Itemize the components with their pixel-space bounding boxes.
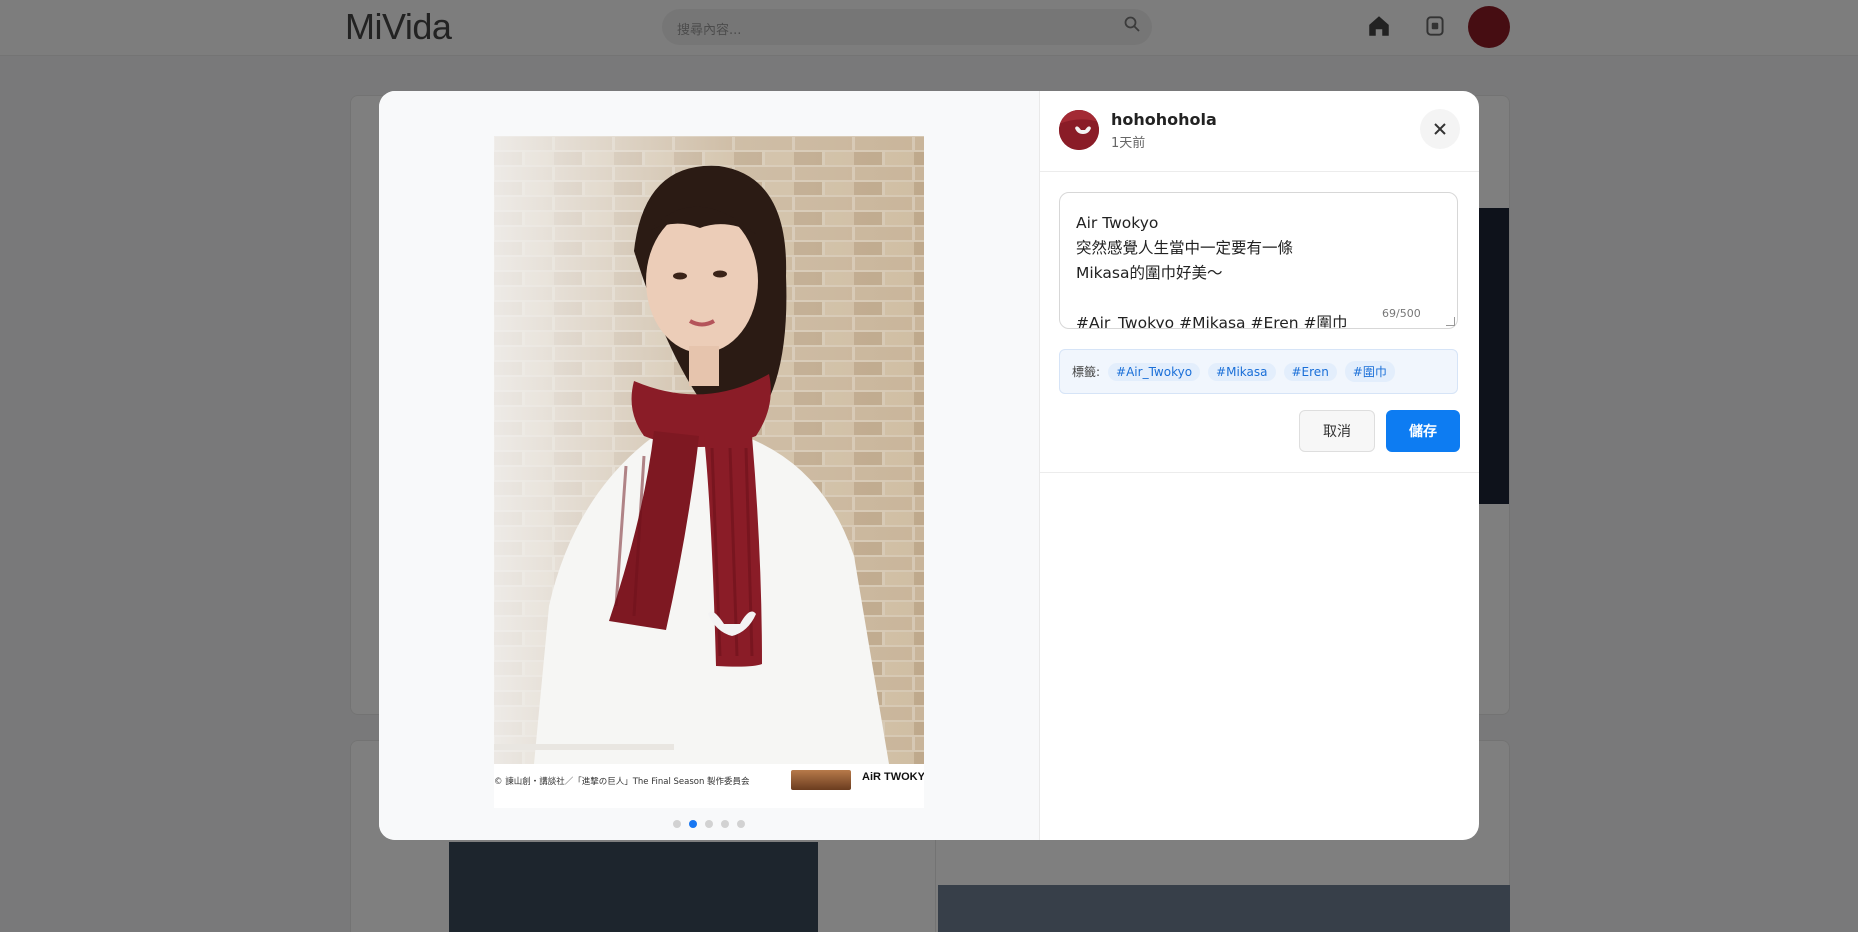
post-header: hohohohola 1天前 xyxy=(1040,91,1479,172)
carousel-dot-2[interactable] xyxy=(689,820,697,828)
resize-handle-icon[interactable] xyxy=(1446,317,1455,326)
close-button[interactable] xyxy=(1420,109,1460,149)
save-button[interactable]: 儲存 xyxy=(1386,410,1460,452)
tag-label: 標籤: xyxy=(1072,365,1101,379)
post-timestamp: 1天前 xyxy=(1111,136,1146,151)
tag-chip[interactable]: #Mikasa xyxy=(1208,362,1276,381)
carousel-dot-1[interactable] xyxy=(673,820,681,828)
photo-credit-bar: © 諫山創・講談社／「進撃の巨人」The Final Season 製作委員会 … xyxy=(494,764,924,808)
post-photo[interactable]: © 諫山創・講談社／「進撃の巨人」The Final Season 製作委員会 … xyxy=(494,136,924,808)
author-avatar[interactable] xyxy=(1059,110,1099,150)
divider xyxy=(1040,472,1479,473)
carousel-dots xyxy=(379,820,1039,828)
close-icon xyxy=(1434,123,1446,135)
post-edit-modal: © 諫山創・講談社／「進撃の巨人」The Final Season 製作委員会 … xyxy=(379,91,1479,840)
shingeki-logo xyxy=(791,770,851,790)
carousel-dot-3[interactable] xyxy=(705,820,713,828)
carousel-dot-4[interactable] xyxy=(721,820,729,828)
tag-chip[interactable]: #Eren xyxy=(1283,362,1337,381)
author-name[interactable]: hohohohola xyxy=(1111,110,1217,129)
tag-chip[interactable]: #Air_Twokyo xyxy=(1108,362,1201,381)
post-details-panel: hohohohola 1天前 Air Twokyo 突然感覺人生當中一定要有一條… xyxy=(1040,91,1479,840)
tag-list: 標籤: #Air_Twokyo #Mikasa #Eren #圍巾 xyxy=(1059,349,1458,394)
character-counter: 69/500 xyxy=(1382,307,1421,320)
photo-credit: © 諫山創・講談社／「進撃の巨人」The Final Season 製作委員会 xyxy=(494,777,750,787)
air-twokyo-logo: AiR TWOKYO xyxy=(862,771,924,783)
tag-chip[interactable]: #圍巾 xyxy=(1344,361,1395,382)
carousel-dot-5[interactable] xyxy=(737,820,745,828)
media-viewer: © 諫山創・講談社／「進撃の巨人」The Final Season 製作委員会 … xyxy=(379,91,1040,840)
cancel-button[interactable]: 取消 xyxy=(1299,410,1375,452)
